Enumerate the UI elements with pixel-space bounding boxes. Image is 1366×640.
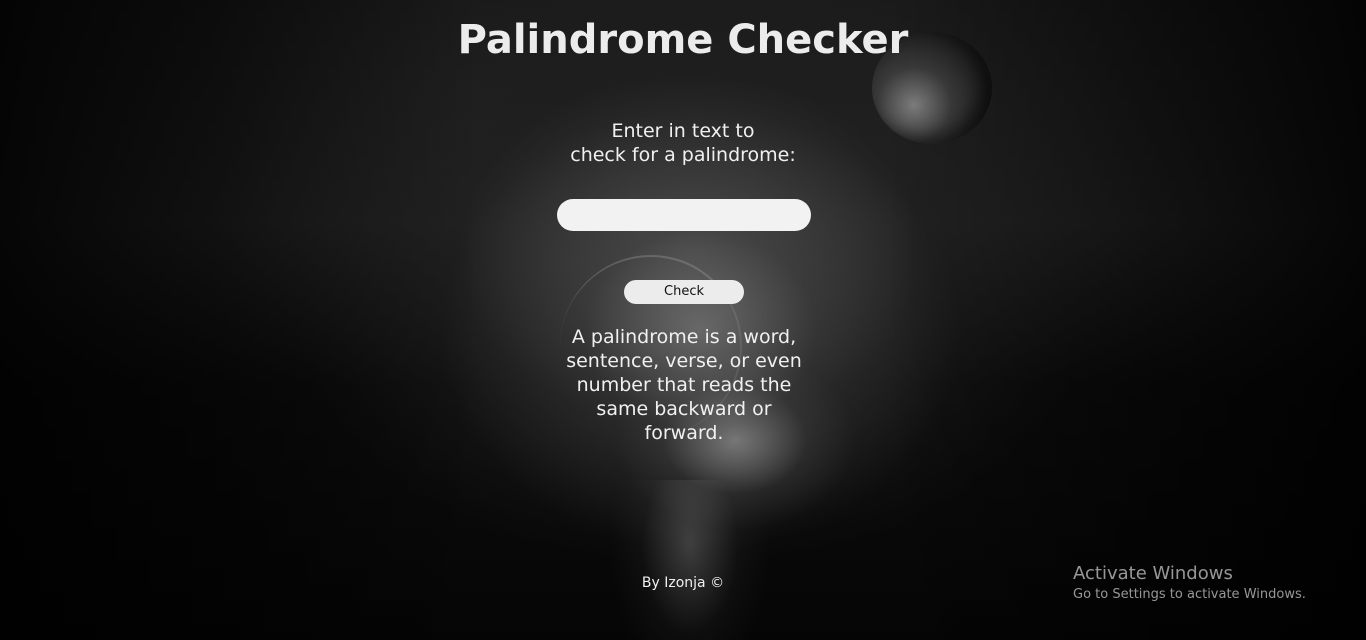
input-prompt-line-1: Enter in text to [611,120,755,142]
palindrome-description: A palindrome is a word, sentence, verse,… [566,326,802,444]
background-river-reflection [590,480,790,640]
input-prompt-line-2: check for a palindrome: [570,144,796,166]
watermark-title: Activate Windows [1073,563,1233,584]
background-trees-left [0,0,480,640]
activate-windows-watermark: Activate Windows Go to Settings to activ… [1073,563,1306,605]
watermark-subtitle: Go to Settings to activate Windows. [1073,587,1306,602]
palindrome-text-input[interactable] [557,199,811,231]
page-title: Palindrome Checker [457,17,909,63]
input-prompt: Enter in text to check for a palindrome: [533,119,833,167]
check-button[interactable]: Check [624,280,744,304]
page: { "header": { "title": "Palindrome Check… [0,0,1366,640]
